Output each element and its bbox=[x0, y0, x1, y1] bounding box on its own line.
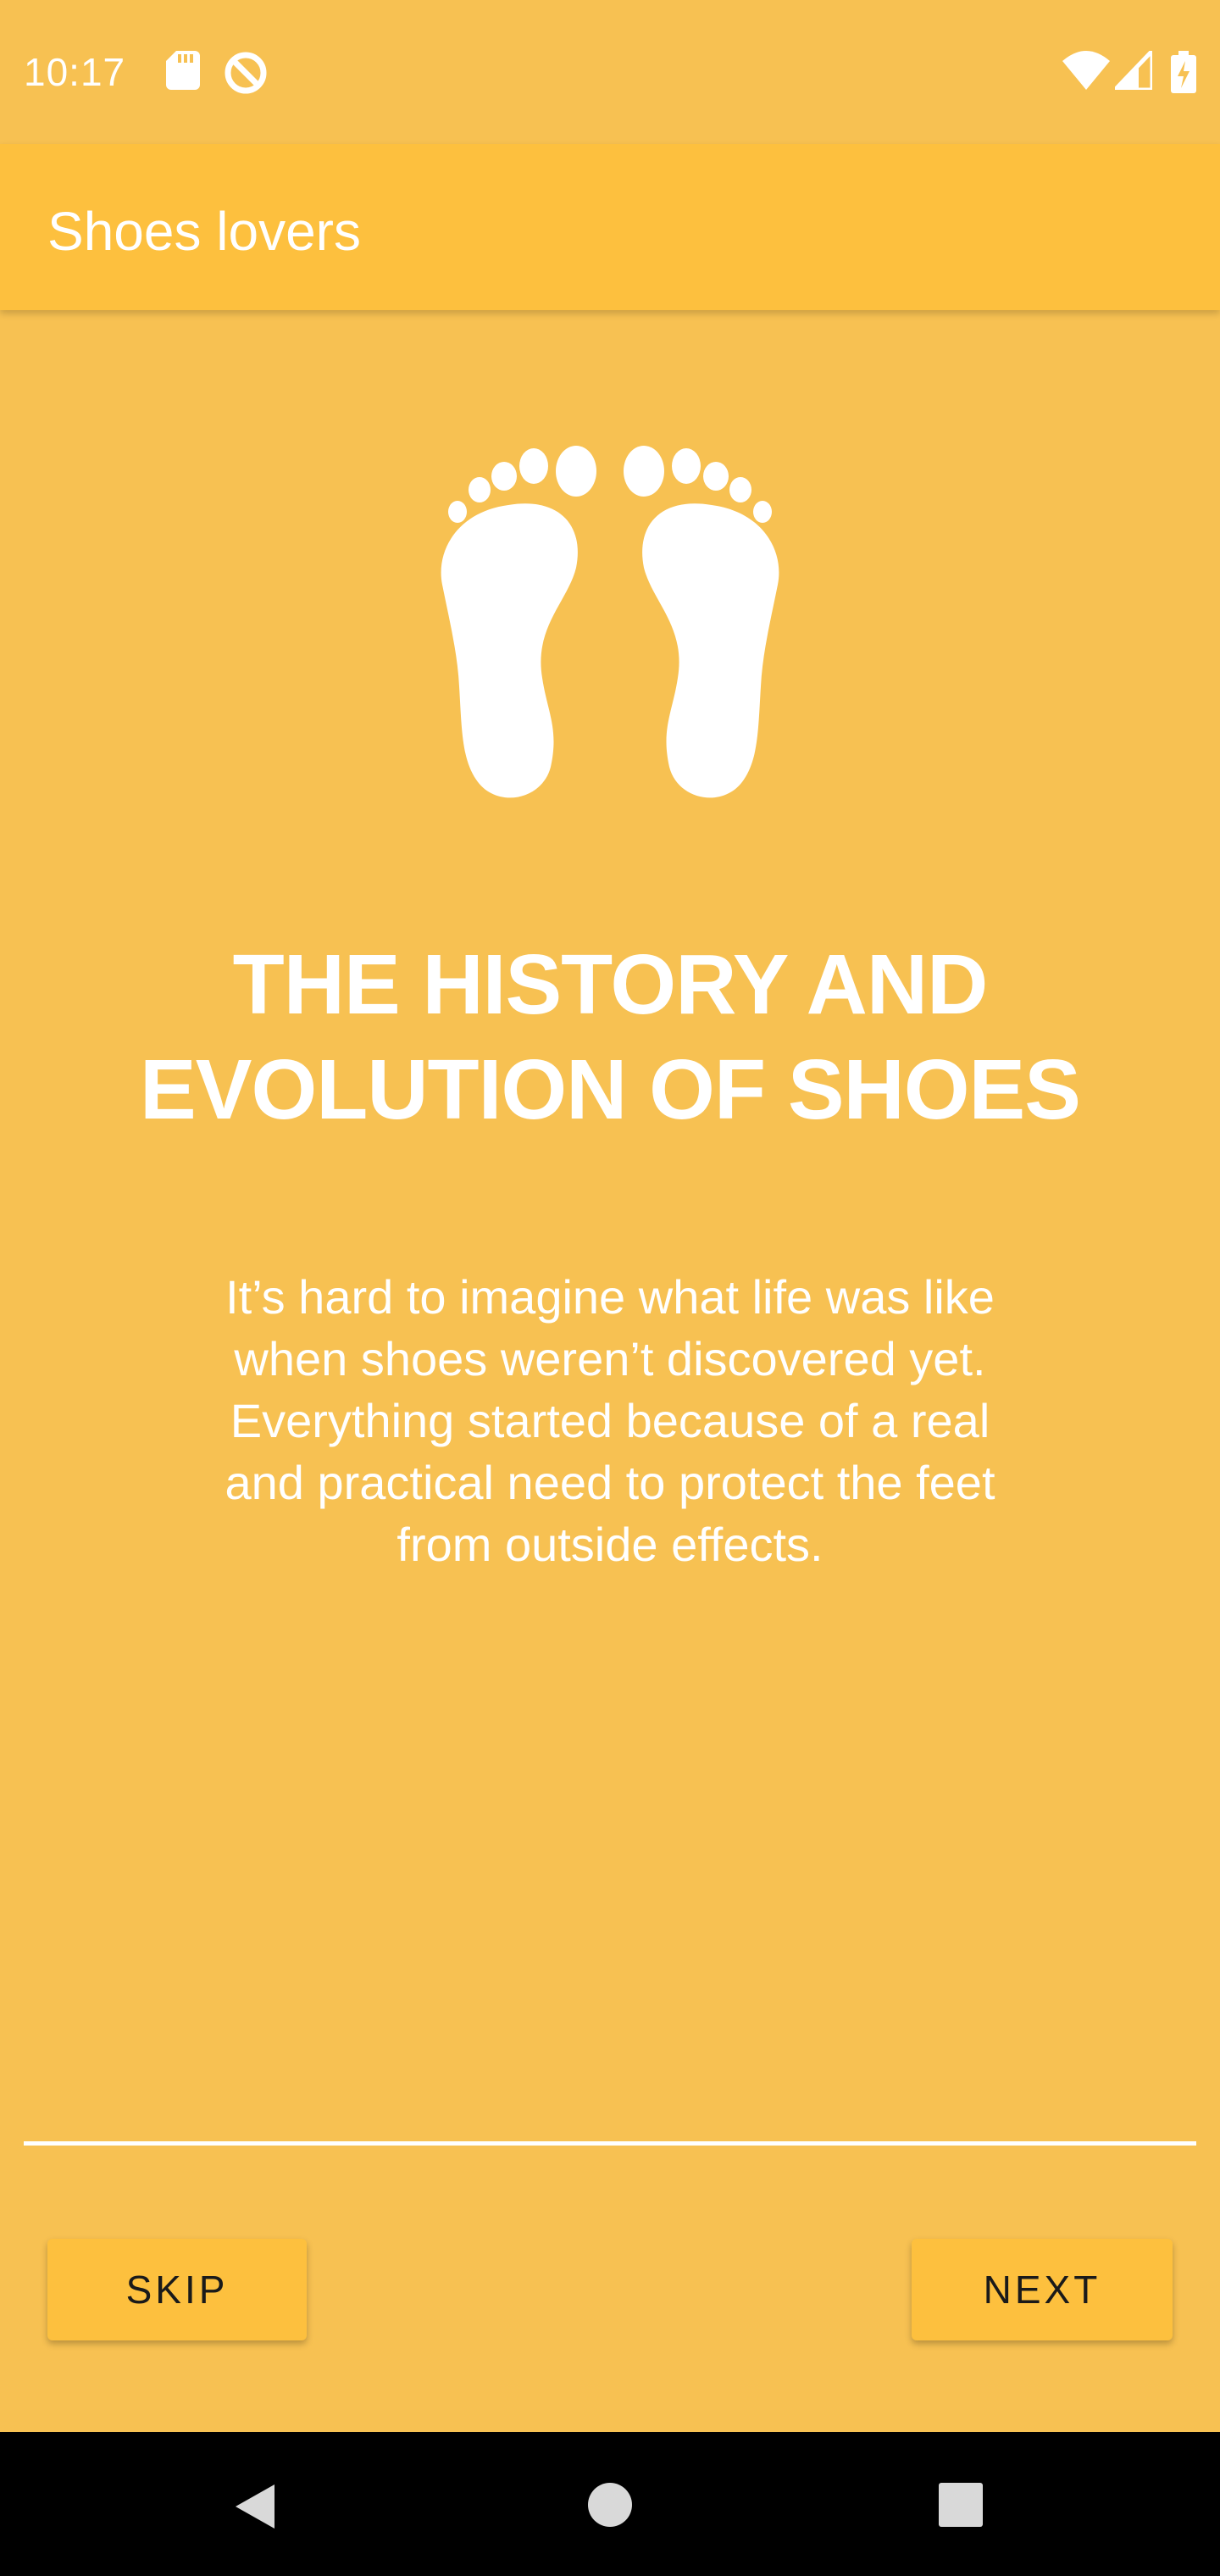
status-bar: 10:17 bbox=[0, 0, 1220, 144]
signal-icon bbox=[1115, 51, 1152, 90]
back-icon[interactable] bbox=[230, 2481, 278, 2532]
onboarding-title: THE HISTORY AND EVOLUTION OF SHOES bbox=[140, 937, 1081, 1137]
battery-charging-icon bbox=[1171, 51, 1196, 93]
app-bar: Shoes lovers bbox=[0, 144, 1220, 310]
data-saver-icon bbox=[225, 52, 267, 94]
footprints-icon bbox=[441, 446, 779, 798]
home-icon[interactable] bbox=[586, 2481, 634, 2529]
page-divider bbox=[24, 2141, 1196, 2146]
status-time: 10:17 bbox=[24, 50, 126, 94]
skip-button[interactable]: SKIP bbox=[47, 2239, 307, 2340]
sd-card-icon bbox=[166, 51, 200, 90]
next-button[interactable]: NEXT bbox=[912, 2239, 1173, 2340]
navigation-bar bbox=[0, 2432, 1220, 2576]
recents-icon[interactable] bbox=[939, 2483, 983, 2527]
app-title: Shoes lovers bbox=[47, 201, 361, 262]
wifi-icon bbox=[1062, 51, 1110, 90]
onboarding-description: It’s hard to imagine what life was like … bbox=[225, 1270, 995, 1571]
